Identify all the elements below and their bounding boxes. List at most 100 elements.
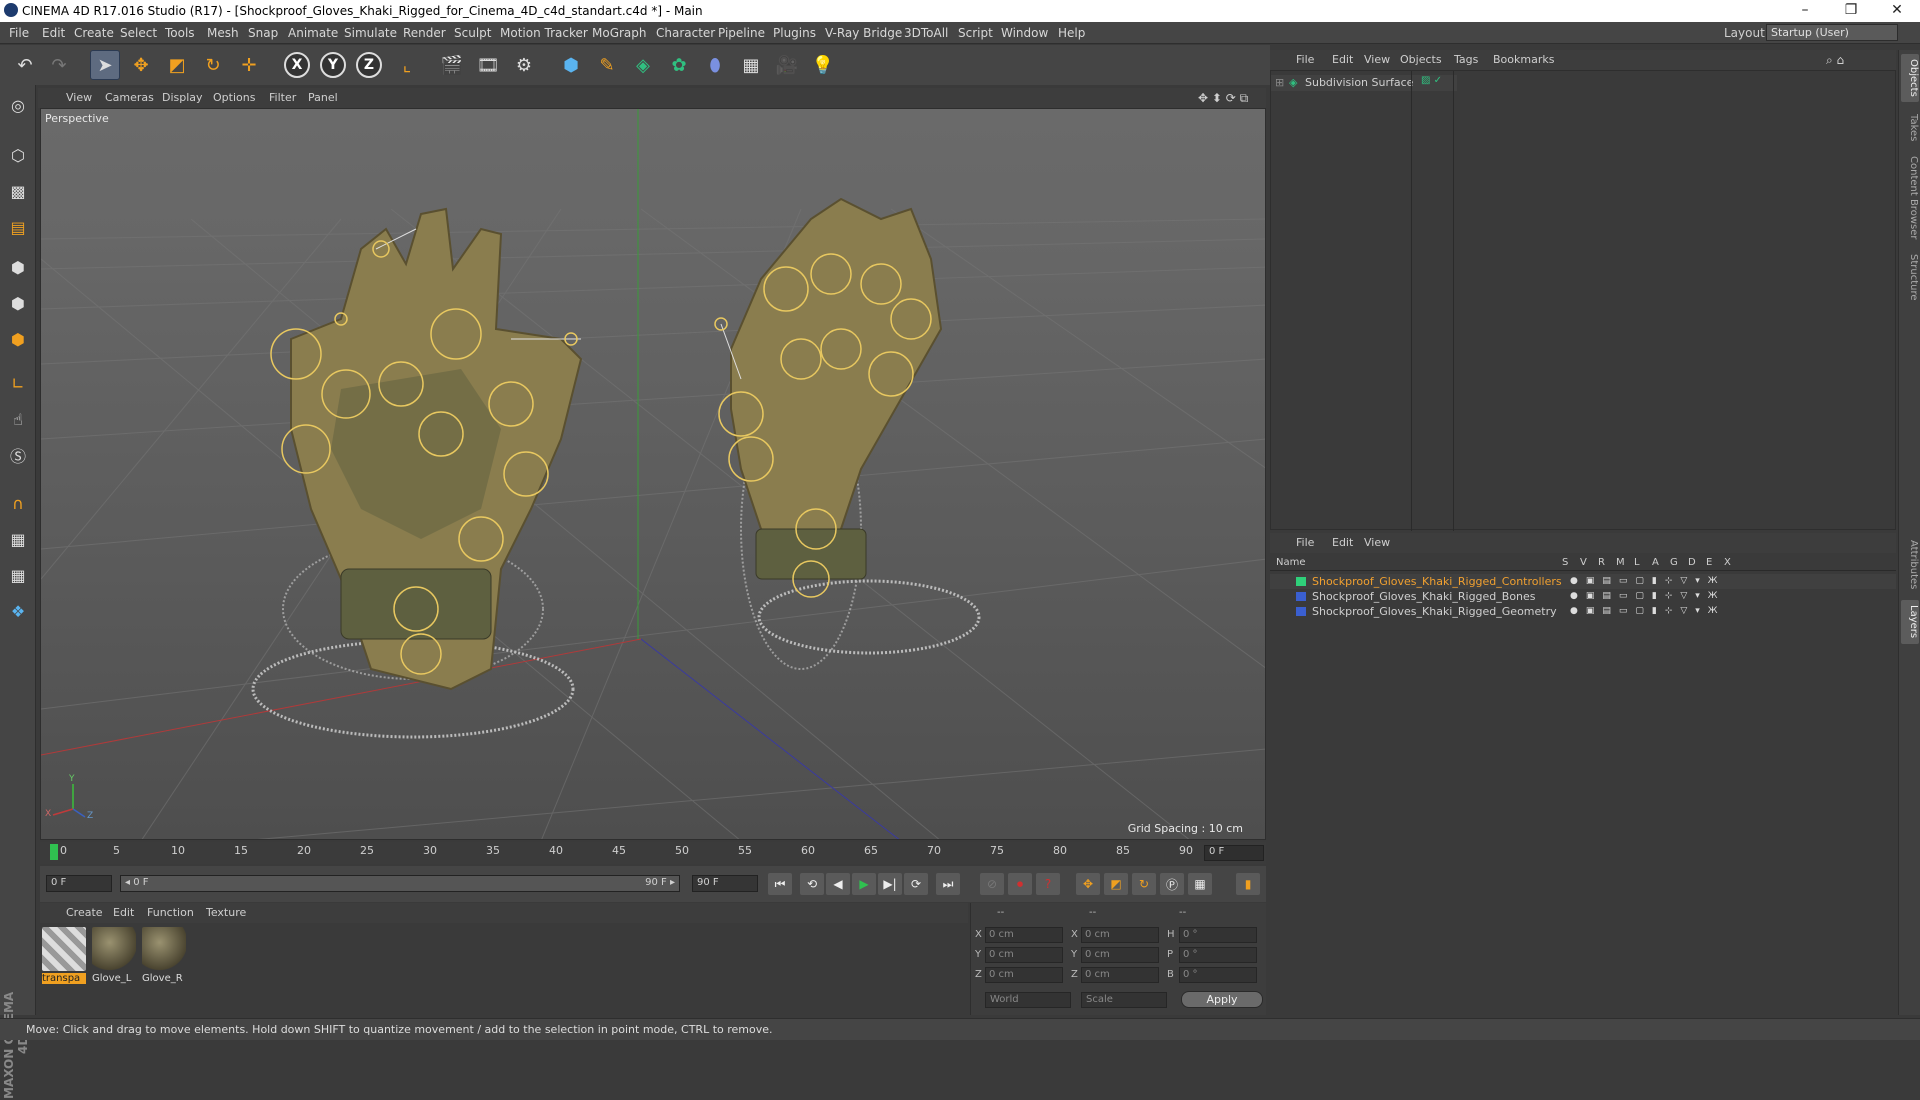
material-menu-edit[interactable]: Edit <box>113 906 134 919</box>
layer-toggle-icons[interactable]: ●▣▤▭▢▮⊹▽▾Ж <box>1570 591 1726 601</box>
menu-sculpt[interactable]: Sculpt <box>454 26 491 40</box>
rotation-b-field[interactable]: 0 ° <box>1179 967 1257 983</box>
edges-mode-icon[interactable]: ⬢ <box>4 289 32 317</box>
layer-row-controllers[interactable]: Shockproof_Gloves_Khaki_Rigged_Controlle… <box>1270 574 1896 589</box>
menu-3dtoall[interactable]: 3DToAll <box>904 26 948 40</box>
redo-icon[interactable]: ↷ <box>44 50 74 80</box>
solo-mode-icon[interactable]: Ⓢ <box>4 441 32 469</box>
right-glove-model[interactable] <box>714 197 981 670</box>
tab-objects[interactable]: Objects <box>1901 54 1919 102</box>
current-frame-field[interactable]: 0 F <box>1204 845 1264 861</box>
tab-layers[interactable]: Layers <box>1901 600 1919 644</box>
material-menu-create[interactable]: Create <box>66 906 103 919</box>
render-settings-icon[interactable]: ⚙ <box>509 50 539 80</box>
maximize-button[interactable]: ❐ <box>1828 0 1874 22</box>
menu-help[interactable]: Help <box>1058 26 1085 40</box>
col-solo[interactable]: S <box>1562 557 1568 568</box>
previous-frame-icon[interactable]: ◀ <box>826 873 850 895</box>
material-menu-texture[interactable]: Texture <box>206 906 246 919</box>
viewport-menu-cameras[interactable]: Cameras <box>105 91 154 104</box>
timeline-ruler[interactable]: 0 5 10 15 20 25 30 35 40 45 50 55 60 65 … <box>40 842 1266 864</box>
points-mode-icon[interactable]: ⬢ <box>4 253 32 281</box>
om-menu-tags[interactable]: Tags <box>1454 53 1478 66</box>
position-z-field[interactable]: 0 cm <box>985 967 1063 983</box>
record-keys-disabled-icon[interactable]: ⊘ <box>980 873 1004 895</box>
autokey-icon[interactable]: ? <box>1036 873 1060 895</box>
position-x-field[interactable]: 0 cm <box>985 927 1063 943</box>
om-menu-objects[interactable]: Objects <box>1400 53 1442 66</box>
z-axis-lock-icon[interactable]: Z <box>356 52 382 78</box>
col-manager[interactable]: M <box>1616 557 1625 568</box>
layer-toggle-icons[interactable]: ●▣▤▭▢▮⊹▽▾Ж <box>1570 606 1726 616</box>
menu-animate[interactable]: Animate <box>288 26 338 40</box>
playhead-marker[interactable] <box>50 844 58 860</box>
tab-attributes[interactable]: Attributes <box>1901 534 1919 596</box>
scale-tool-icon[interactable]: ◩ <box>162 50 192 80</box>
make-editable-icon[interactable]: ◎ <box>4 91 32 119</box>
col-name[interactable]: Name <box>1276 557 1306 568</box>
lm-menu-edit[interactable]: Edit <box>1332 536 1353 549</box>
material-swatch-glove-l[interactable] <box>92 927 136 971</box>
tweak-mode-icon[interactable]: ☝ <box>4 405 32 433</box>
menu-mesh[interactable]: Mesh <box>207 26 239 40</box>
live-selection-icon[interactable]: ➤ <box>90 50 120 80</box>
om-menu-bookmarks[interactable]: Bookmarks <box>1493 53 1554 66</box>
col-deformers[interactable]: D <box>1688 557 1696 568</box>
go-to-start-icon[interactable]: ⏮ <box>768 873 792 895</box>
col-locked[interactable]: L <box>1634 557 1640 568</box>
menu-file[interactable]: File <box>9 26 29 40</box>
light-icon[interactable]: 💡 <box>808 50 838 80</box>
material-menu-function[interactable]: Function <box>147 906 194 919</box>
layout-dropdown[interactable]: Startup (User) <box>1766 24 1898 41</box>
om-menu-view[interactable]: View <box>1364 53 1390 66</box>
polygons-mode-icon[interactable]: ⬢ <box>4 325 32 353</box>
key-rotation-icon[interactable]: ↻ <box>1132 873 1156 895</box>
axis-mode-icon[interactable]: ∟ <box>4 369 32 397</box>
lm-menu-file[interactable]: File <box>1296 536 1314 549</box>
next-key-icon[interactable]: ⟳ <box>904 873 928 895</box>
col-expressions[interactable]: E <box>1706 557 1712 568</box>
grid-snap-icon[interactable]: ▦ <box>4 561 32 589</box>
expand-icon[interactable]: ⊞ <box>1275 76 1284 89</box>
layer-color-swatch[interactable] <box>1296 607 1306 616</box>
y-axis-lock-icon[interactable]: Y <box>320 52 346 78</box>
menu-render[interactable]: Render <box>403 26 446 40</box>
menu-window[interactable]: Window <box>1001 26 1048 40</box>
viewport-menu-options[interactable]: Options <box>213 91 255 104</box>
rotation-h-field[interactable]: 0 ° <box>1179 927 1257 943</box>
close-button[interactable]: ✕ <box>1874 0 1920 22</box>
move-tool-icon[interactable]: ✥ <box>126 50 156 80</box>
menu-select[interactable]: Select <box>120 26 157 40</box>
python-script-icon[interactable]: ❖ <box>4 597 32 625</box>
col-xref[interactable]: X <box>1724 557 1731 568</box>
om-menu-file[interactable]: File <box>1296 53 1314 66</box>
key-pla-icon[interactable]: ▦ <box>1188 873 1212 895</box>
viewport-menu-panel[interactable]: Panel <box>308 91 338 104</box>
layer-color-swatch[interactable] <box>1296 592 1306 601</box>
next-frame-icon[interactable]: ▶| <box>878 873 902 895</box>
material-swatch-glove-r[interactable] <box>142 927 186 971</box>
end-frame-field[interactable]: 90 F <box>692 875 758 892</box>
texture-mode-icon[interactable]: ▩ <box>4 177 32 205</box>
viewport-menu-view[interactable]: View <box>66 91 92 104</box>
menu-snap[interactable]: Snap <box>248 26 278 40</box>
menu-tools[interactable]: Tools <box>165 26 195 40</box>
record-active-icon[interactable]: ⏺ <box>1008 873 1032 895</box>
om-search-icon[interactable]: ⌕ ⌂ <box>1826 53 1844 68</box>
menu-pipeline[interactable]: Pipeline <box>718 26 765 40</box>
coordinate-system-icon[interactable]: ⌞ <box>392 50 422 80</box>
render-view-icon[interactable]: 🎬 <box>437 50 467 80</box>
spline-pen-icon[interactable]: ✎ <box>592 50 622 80</box>
size-z-field[interactable]: 0 cm <box>1081 967 1159 983</box>
size-y-field[interactable]: 0 cm <box>1081 947 1159 963</box>
position-y-field[interactable]: 0 cm <box>985 947 1063 963</box>
tab-takes[interactable]: Takes <box>1901 108 1919 148</box>
mograph-cloner-icon[interactable]: ✿ <box>664 50 694 80</box>
model-mode-icon[interactable]: ⬡ <box>4 141 32 169</box>
key-parameter-icon[interactable]: Ⓟ <box>1160 873 1184 895</box>
col-animation[interactable]: A <box>1652 557 1659 568</box>
undo-icon[interactable]: ↶ <box>10 50 40 80</box>
viewport-menu-display[interactable]: Display <box>162 91 203 104</box>
tab-content-browser[interactable]: Content Browser <box>1901 152 1919 244</box>
menu-edit[interactable]: Edit <box>42 26 65 40</box>
